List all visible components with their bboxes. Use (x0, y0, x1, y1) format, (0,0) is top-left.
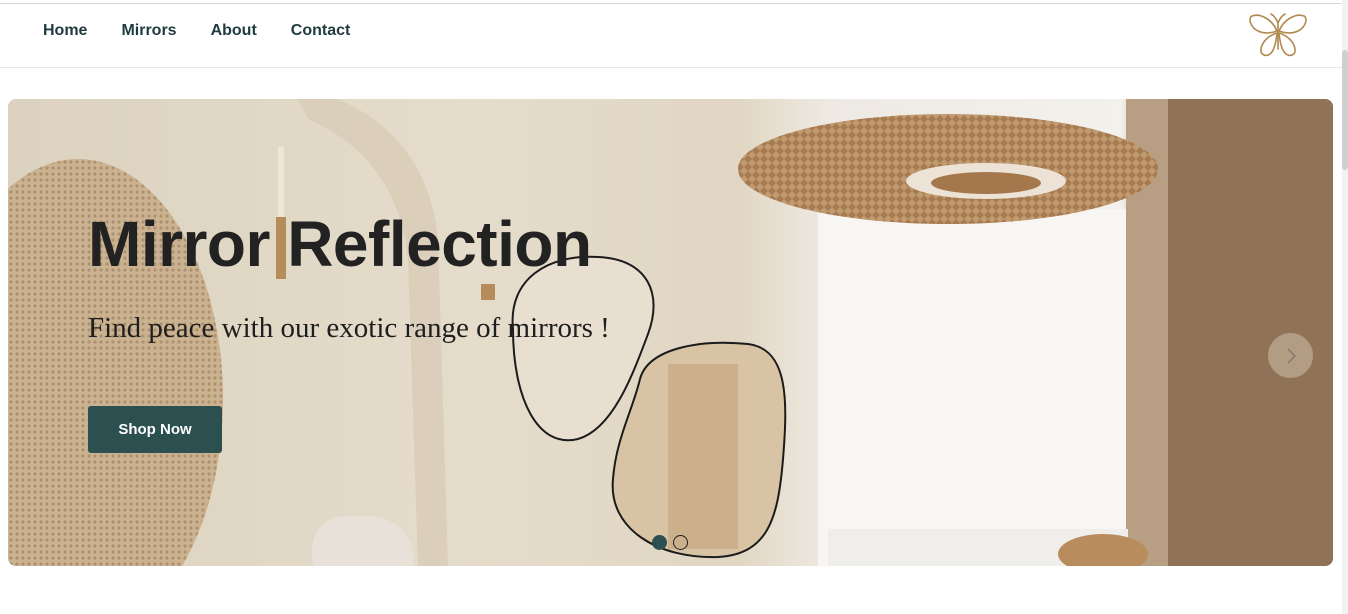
nav-link-contact[interactable]: Contact (291, 22, 351, 40)
navbar: Home Mirrors About Contact (0, 4, 1348, 68)
nav-link-home[interactable]: Home (43, 22, 87, 40)
nav-link-about[interactable]: About (211, 22, 257, 40)
carousel-dots (652, 535, 688, 550)
carousel-dot-2[interactable] (673, 535, 688, 550)
shop-now-button[interactable]: Shop Now (88, 406, 222, 453)
chevron-right-icon (1286, 347, 1296, 364)
scrollbar-thumb[interactable] (1342, 50, 1348, 170)
hero-title: Mirror Reflection (88, 208, 592, 280)
butterfly-icon[interactable] (1246, 9, 1310, 61)
scrollbar[interactable] (1342, 0, 1348, 614)
hero-subtitle: Find peace with our exotic range of mirr… (88, 312, 610, 344)
nav-links: Home Mirrors About Contact (43, 22, 350, 40)
nav-link-mirrors[interactable]: Mirrors (121, 22, 176, 40)
hero-banner: Mirror Reflection Find peace with our ex… (8, 99, 1333, 566)
carousel-dot-1[interactable] (652, 535, 667, 550)
next-slide-button[interactable] (1268, 333, 1313, 378)
